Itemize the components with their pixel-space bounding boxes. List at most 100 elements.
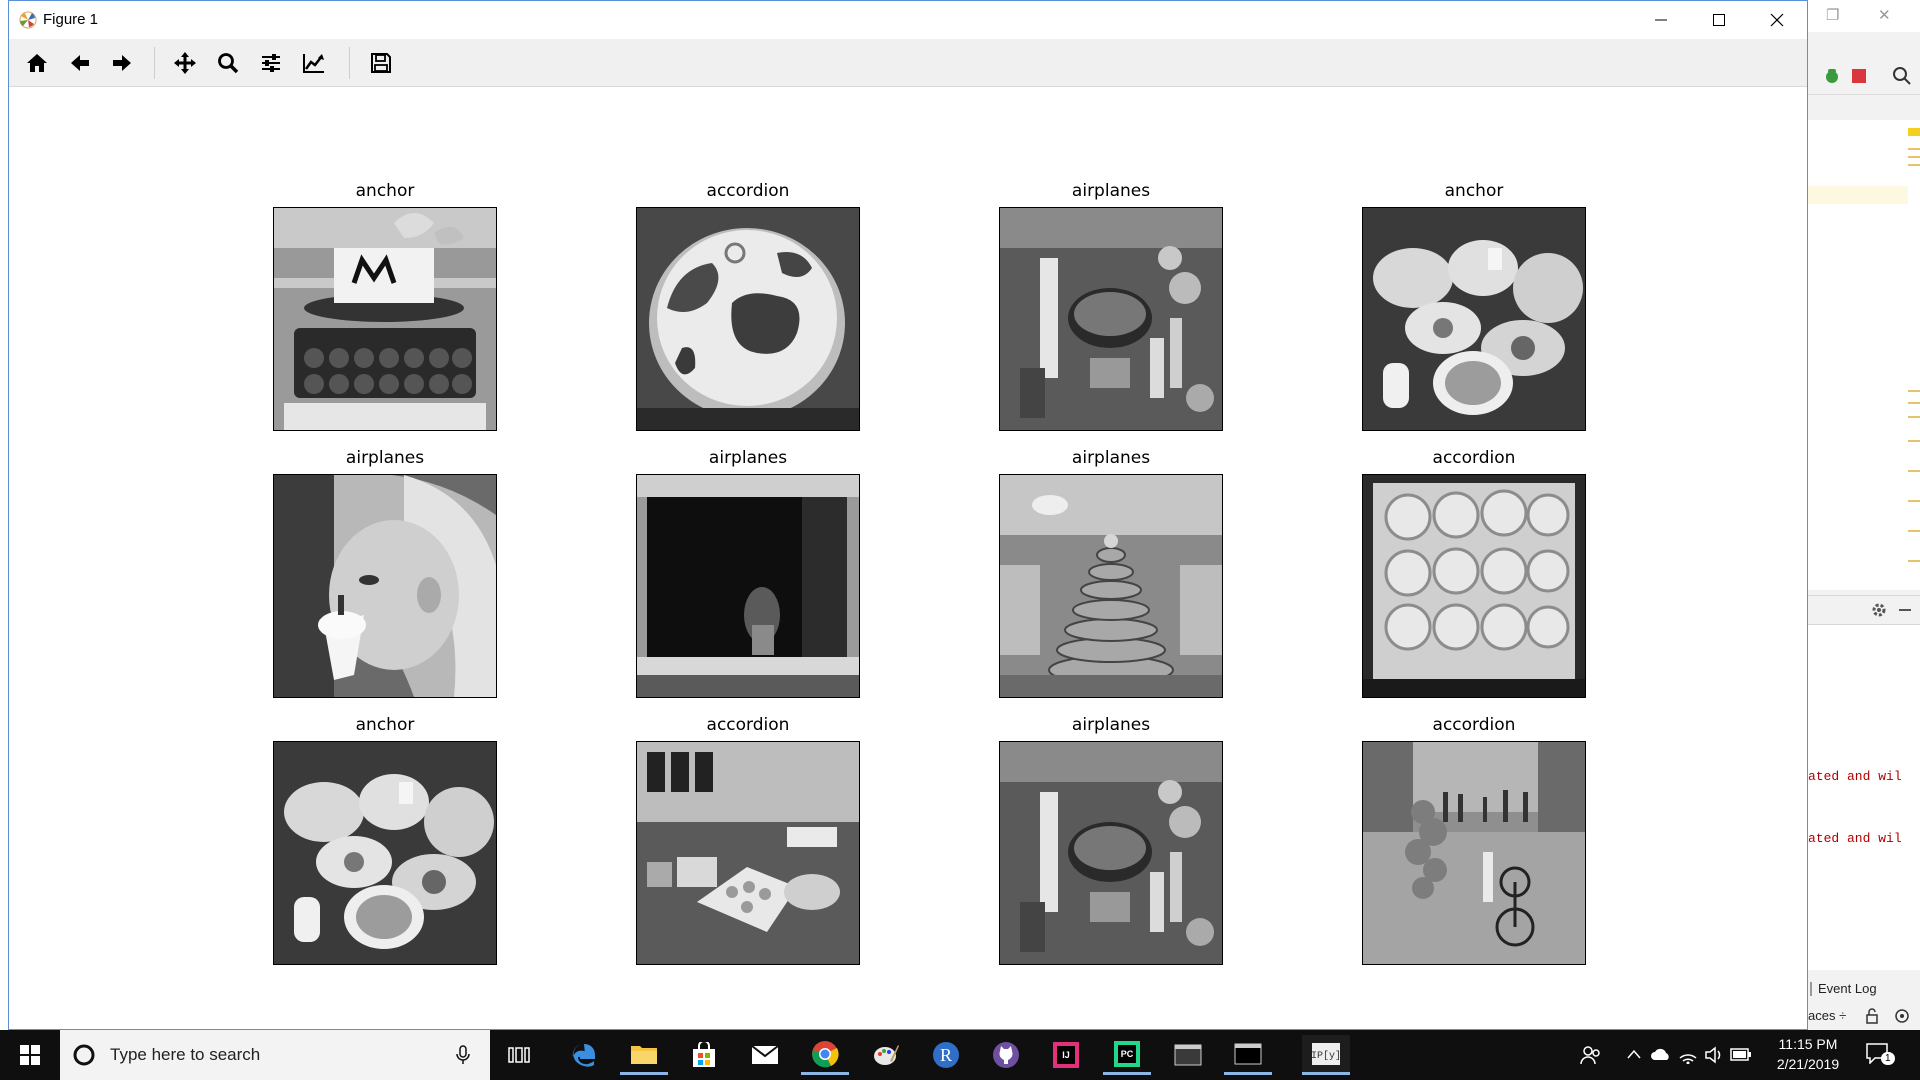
inspector-icon[interactable]	[1894, 1008, 1910, 1024]
ide-console[interactable]: ated and wil ated and wil	[1808, 625, 1920, 970]
debug-bug-icon[interactable]	[1822, 66, 1842, 86]
zoom-button[interactable]	[212, 47, 244, 79]
home-button[interactable]	[21, 47, 53, 79]
subplot-image	[636, 474, 860, 698]
notification-badge: 1	[1881, 1052, 1895, 1065]
back-button[interactable]	[64, 47, 96, 79]
github-app[interactable]	[982, 1035, 1030, 1075]
file-explorer-app[interactable]	[620, 1035, 668, 1075]
gutter-marker[interactable]	[1908, 560, 1920, 562]
wifi-icon[interactable]	[1678, 1044, 1698, 1064]
microphone-icon[interactable]	[455, 1045, 471, 1065]
pycharm-app[interactable]: PC	[1103, 1035, 1151, 1075]
pan-move-icon	[174, 52, 196, 74]
start-button[interactable]	[0, 1030, 60, 1080]
gutter-marker[interactable]	[1908, 128, 1920, 136]
search-placeholder: Type here to search	[110, 1045, 261, 1064]
home-icon	[27, 54, 47, 72]
minimize-button[interactable]	[1632, 1, 1690, 39]
r-app[interactable]: R	[922, 1035, 970, 1075]
edge-icon	[572, 1044, 595, 1067]
ide-status-bar: aces ÷	[1808, 1004, 1920, 1030]
figure-canvas[interactable]: anchor accordion airplanes anchor airpla…	[9, 87, 1807, 1029]
subplot-image	[1362, 741, 1586, 965]
svg-text:IJ: IJ	[1062, 1050, 1070, 1060]
volume-icon[interactable]	[1704, 1045, 1724, 1065]
ide-search-icon[interactable]	[1892, 66, 1912, 86]
maximize-button[interactable]	[1690, 1, 1748, 39]
gutter-marker[interactable]	[1908, 416, 1920, 418]
mail-app[interactable]	[741, 1035, 789, 1075]
ide-panel-header	[1808, 595, 1920, 625]
chrome-app[interactable]	[801, 1035, 849, 1075]
gutter-marker[interactable]	[1908, 530, 1920, 532]
maximize-icon	[1713, 14, 1725, 26]
file-explorer-icon	[631, 1045, 657, 1064]
gutter-marker[interactable]	[1908, 390, 1920, 392]
matplotlib-logo-icon	[19, 11, 37, 29]
gutter-marker[interactable]	[1908, 470, 1920, 472]
toolbar-separator	[154, 47, 155, 79]
cmd-app[interactable]	[1224, 1035, 1272, 1075]
subplot-image	[999, 474, 1223, 698]
task-view-button[interactable]	[495, 1035, 543, 1075]
terminal-app[interactable]	[1164, 1035, 1212, 1075]
toolbar-separator	[349, 47, 350, 79]
restore-icon[interactable]: ❐	[1826, 6, 1839, 24]
settings-gear-icon[interactable]	[1870, 601, 1888, 619]
window-title: Figure 1	[43, 11, 99, 28]
ide-close-icon[interactable]: ✕	[1878, 6, 1891, 24]
back-arrow-icon	[71, 55, 89, 71]
task-view-icon	[508, 1047, 530, 1063]
system-clock[interactable]: 11:15 PM 2/21/2019	[1758, 1034, 1858, 1074]
forward-button[interactable]	[106, 47, 138, 79]
gutter-marker[interactable]	[1908, 440, 1920, 442]
gutter-marker[interactable]	[1908, 148, 1920, 150]
ide-toolbar	[1808, 58, 1920, 95]
event-log-tab[interactable]: Event Log	[1808, 978, 1920, 1002]
edit-axes-button[interactable]	[298, 47, 330, 79]
battery-icon[interactable]	[1730, 1048, 1752, 1062]
paint-app[interactable]	[862, 1035, 910, 1075]
subplot-image	[273, 207, 497, 431]
close-button[interactable]	[1748, 1, 1806, 39]
people-icon[interactable]	[1580, 1044, 1602, 1066]
subplot-title: airplanes	[345, 448, 425, 468]
subplot-title: accordion	[1432, 715, 1516, 735]
chevron-up-icon[interactable]	[1626, 1048, 1642, 1060]
stop-icon[interactable]	[1850, 67, 1868, 85]
subplot-title: accordion	[1432, 448, 1516, 468]
windows-logo-icon	[20, 1045, 40, 1065]
ide-title-controls: ❐ ✕	[1808, 0, 1920, 32]
ipython-app[interactable]: IP[y]	[1302, 1035, 1350, 1075]
minimize-panel-icon[interactable]	[1896, 601, 1914, 619]
gutter-marker[interactable]	[1908, 500, 1920, 502]
taskbar-search-box[interactable]: Type here to search	[60, 1030, 490, 1080]
gutter-marker[interactable]	[1908, 156, 1920, 158]
pan-button[interactable]	[169, 47, 201, 79]
window-titlebar[interactable]: Figure 1	[9, 1, 1807, 39]
figure-window: Figure 1 anchor accordion airplanes anch…	[8, 0, 1808, 1030]
edge-app[interactable]	[560, 1035, 608, 1075]
configure-subplots-button[interactable]	[255, 47, 287, 79]
ipython-icon: IP[y]	[1311, 1042, 1341, 1065]
r-icon: R	[933, 1042, 959, 1068]
subplot-title: anchor	[355, 715, 415, 735]
interpreter-selector[interactable]: aces ÷	[1808, 1008, 1846, 1023]
lock-icon[interactable]	[1864, 1008, 1880, 1024]
save-floppy-icon	[371, 53, 391, 73]
onedrive-cloud-icon[interactable]	[1650, 1046, 1672, 1062]
notification-center-button[interactable]: 1	[1865, 1042, 1895, 1068]
cortana-circle-icon	[73, 1044, 95, 1066]
minimize-icon	[1655, 19, 1667, 21]
intellij-app[interactable]: IJ	[1042, 1035, 1090, 1075]
save-figure-button[interactable]	[365, 47, 397, 79]
subplot-image	[273, 741, 497, 965]
gutter-marker[interactable]	[1908, 164, 1920, 166]
store-app[interactable]	[680, 1035, 728, 1075]
subplot-image	[999, 741, 1223, 965]
chrome-icon	[812, 1040, 839, 1067]
subplot-image	[273, 474, 497, 698]
subplot-image	[636, 741, 860, 965]
gutter-marker[interactable]	[1908, 402, 1920, 404]
